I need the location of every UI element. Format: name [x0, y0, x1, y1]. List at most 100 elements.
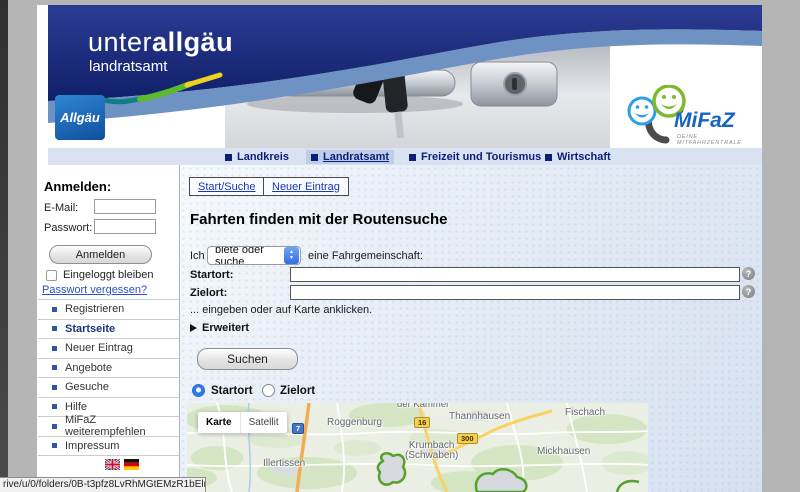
sidebar-item-registrieren[interactable]: Registrieren: [38, 300, 179, 320]
start-input[interactable]: [290, 267, 740, 282]
blue-smiley-icon: [629, 98, 655, 124]
stay-logged-in-label: Eingeloggt bleiben: [63, 269, 154, 281]
tab-neuer-eintrag[interactable]: Neuer Eintrag: [263, 177, 349, 196]
sidebar-item-startseite[interactable]: Startseite: [38, 320, 179, 340]
radio-zielort[interactable]: [262, 384, 275, 397]
sidebar-item-label: Hilfe: [65, 401, 87, 413]
uk-flag-icon[interactable]: [105, 459, 120, 470]
sidebar-item-label: Registrieren: [65, 303, 124, 315]
map-label-fischach: Fischach: [565, 408, 605, 418]
logo-title-thin: unter: [88, 27, 152, 57]
nav-item-freizeit-tourismus[interactable]: Freizeit und Tourismus: [404, 150, 546, 164]
forgot-password-link[interactable]: Passwort vergessen?: [42, 284, 147, 296]
square-bullet-icon: [52, 307, 57, 312]
mifaz-wordmark: MiFaZ: [674, 109, 735, 133]
square-bullet-icon: [52, 443, 57, 448]
square-bullet-icon: [52, 424, 57, 429]
map-type-satellit[interactable]: Satellit: [241, 412, 287, 433]
language-switcher: [105, 459, 139, 470]
password-label: Passwort:: [44, 222, 92, 234]
nav-item-landkreis[interactable]: Landkreis: [220, 150, 294, 164]
page-title: Fahrten finden mit der Routensuche: [190, 211, 448, 228]
map-label-der-kammel: der Kammel: [397, 403, 448, 410]
map-type-control: Karte Satellit: [198, 412, 287, 433]
nav-label: Landratsamt: [323, 151, 389, 163]
map-label-krumbach: Krumbach (Schwaben): [405, 441, 458, 461]
site-logo-title: unterallgäu: [88, 27, 233, 58]
german-flag-icon[interactable]: [124, 459, 139, 470]
sidebar-item-label: Impressum: [65, 440, 119, 452]
browser-status-url: rive/u/0/folders/0B-t3pfz8LvRhMGtEMzR1bE…: [0, 477, 206, 492]
sidebar-item-label: Neuer Eintrag: [65, 342, 133, 354]
sidebar-item-label: MiFaZ weiterempfehlen: [65, 414, 179, 438]
tab-label: Start/Suche: [198, 181, 255, 193]
sidebar-item-gesuche[interactable]: Gesuche: [38, 378, 179, 398]
sidebar-item-impressum[interactable]: Impressum: [38, 437, 179, 457]
map-label-roggenburg: Roggenburg: [327, 418, 382, 428]
square-bullet-icon: [225, 154, 232, 161]
help-icon[interactable]: ?: [742, 267, 755, 280]
sidebar-item-label: Startseite: [65, 323, 115, 335]
map-label-illertissen: Illertissen: [263, 459, 305, 469]
sidebar-menu: Registrieren Startseite Neuer Eintrag An…: [38, 299, 179, 456]
email-field[interactable]: [94, 199, 156, 214]
password-field[interactable]: [94, 219, 156, 234]
radio-startort[interactable]: [192, 384, 205, 397]
allgau-badge-label: Allgäu: [60, 110, 100, 125]
square-bullet-icon: [311, 154, 318, 161]
nav-label: Wirtschaft: [557, 151, 611, 163]
square-bullet-icon: [52, 326, 57, 331]
square-bullet-icon: [52, 346, 57, 351]
square-bullet-icon: [545, 154, 552, 161]
destination-label: Zielort:: [190, 287, 227, 299]
site-logo-subtitle: landratsamt: [89, 58, 167, 75]
road-shield-b16: 16: [414, 417, 430, 428]
stay-logged-in-checkbox[interactable]: [46, 270, 57, 281]
tab-start-suche[interactable]: Start/Suche: [189, 177, 264, 196]
main-content: Start/Suche Neuer Eintrag Fahrten finden…: [180, 165, 762, 492]
login-button[interactable]: Anmelden: [49, 245, 152, 264]
sidebar-item-label: Angebote: [65, 362, 112, 374]
help-icon[interactable]: ?: [742, 285, 755, 298]
road-shield-b300: 300: [457, 433, 478, 444]
nav-item-wirtschaft[interactable]: Wirtschaft: [540, 150, 616, 164]
browser-viewport: unterallgäu landratsamt Allgäu MiFaZ DEI…: [0, 0, 800, 492]
mode-select-value: biete oder suche: [208, 246, 284, 265]
advanced-expander-label: Erweitert: [202, 322, 249, 334]
mode-select[interactable]: biete oder suche ▲▼: [207, 246, 301, 265]
advanced-expander[interactable]: Erweitert: [190, 322, 249, 334]
nav-item-landratsamt[interactable]: Landratsamt: [306, 150, 394, 164]
window-edge: [0, 0, 8, 492]
start-label: Startort:: [190, 269, 233, 281]
webpage: unterallgäu landratsamt Allgäu MiFaZ DEI…: [37, 5, 762, 492]
sentence-prefix: Ich: [190, 250, 205, 262]
square-bullet-icon: [52, 385, 57, 390]
mifaz-logo[interactable]: MiFaZ DEINE MITFAHRZENTRALE: [620, 85, 757, 148]
search-button-label: Suchen: [227, 352, 268, 366]
square-bullet-icon: [409, 154, 416, 161]
email-label: E-Mail:: [44, 202, 78, 214]
sidebar-item-angebote[interactable]: Angebote: [38, 359, 179, 379]
route-map[interactable]: der Kammel Roggenburg Thannhausen Fischa…: [187, 403, 648, 492]
sidebar-item-neuer-eintrag[interactable]: Neuer Eintrag: [38, 339, 179, 359]
map-type-karte[interactable]: Karte: [198, 412, 240, 433]
nav-label: Freizeit und Tourismus: [421, 151, 541, 163]
sidebar: Anmelden: E-Mail: Passwort: Anmelden Ein…: [37, 165, 180, 492]
sidebar-item-mifaz-weiterempfehlen[interactable]: MiFaZ weiterempfehlen: [38, 417, 179, 437]
radio-startort-label: Startort: [211, 385, 253, 397]
main-navigation: Landkreis Landratsamt Freizeit und Touri…: [48, 148, 762, 165]
logo-title-bold: allgäu: [152, 27, 233, 57]
nav-label: Landkreis: [237, 151, 289, 163]
right-triangle-icon: [190, 324, 197, 332]
search-button[interactable]: Suchen: [197, 348, 298, 370]
site-header-banner: unterallgäu landratsamt Allgäu MiFaZ DEI…: [48, 5, 762, 148]
mifaz-tagline: DEINE MITFAHRZENTRALE: [677, 134, 757, 146]
map-label-thannhausen: Thannhausen: [449, 412, 510, 422]
allgau-region-logo[interactable]: Allgäu: [55, 95, 105, 140]
select-stepper-icon: ▲▼: [284, 247, 299, 264]
destination-input[interactable]: [290, 285, 740, 300]
square-bullet-icon: [52, 404, 57, 409]
sidebar-item-label: Gesuche: [65, 381, 109, 393]
login-title: Anmelden:: [44, 179, 111, 194]
map-hint-text: ... eingeben oder auf Karte anklicken.: [190, 304, 372, 316]
